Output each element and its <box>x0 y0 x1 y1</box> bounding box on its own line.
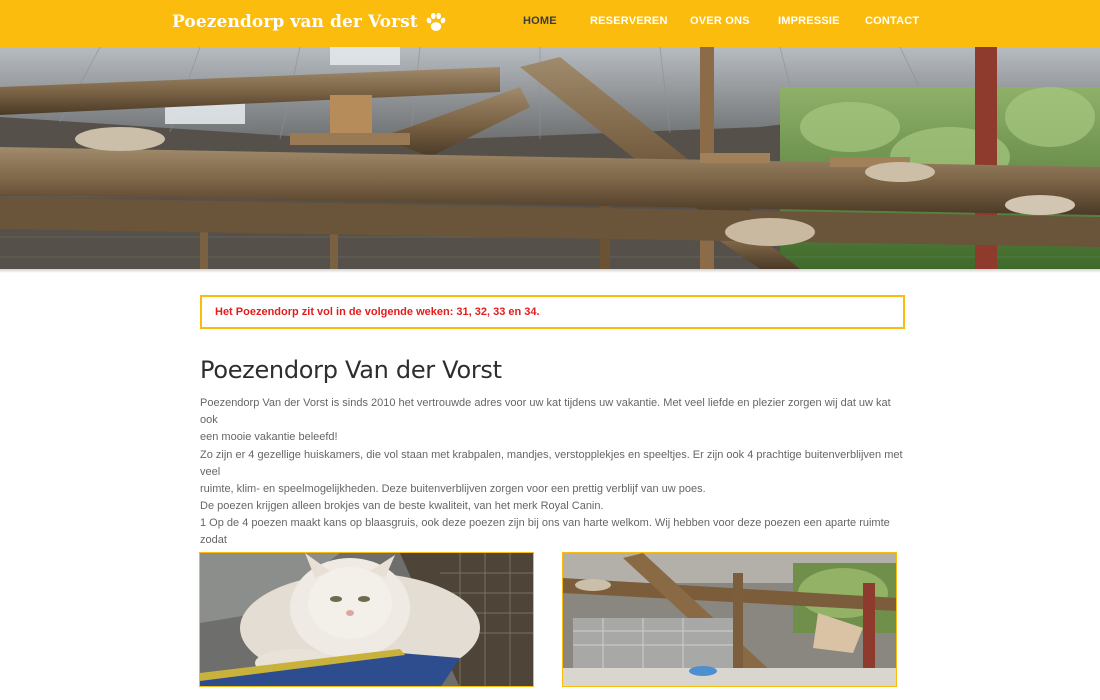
body-line: De poezen krijgen alleen brokjes van de … <box>200 500 604 512</box>
brand-name: Poezendorp van der Vorst <box>172 12 418 32</box>
intro-line: een mooie vakantie beleefd! <box>200 431 338 443</box>
nav-impressie[interactable]: IMPRESSIE <box>778 15 840 27</box>
photo-indoor-enclosure[interactable] <box>562 552 897 687</box>
brand-logo-link[interactable]: Poezendorp van der Vorst <box>172 9 448 35</box>
body-line: ruimte, klim- en speelmogelijkheden. Dez… <box>200 483 706 495</box>
body-line: 1 Op de 4 poezen maakt kans op blaasgrui… <box>200 517 890 546</box>
hero-bottom-shadow <box>0 269 1100 273</box>
top-navigation-bar: Poezendorp van der Vorst HOME RESERVEREN… <box>0 0 1100 47</box>
intro-line: Poezendorp Van der Vorst is sinds 2010 h… <box>200 397 891 426</box>
nav-home[interactable]: HOME <box>523 15 557 27</box>
nav-reserveren[interactable]: RESERVEREN <box>590 15 668 27</box>
nav-contact[interactable]: CONTACT <box>865 15 919 27</box>
body-paragraph: Zo zijn er 4 gezellige huiskamers, die v… <box>200 447 910 566</box>
hero-image-cat-enclosure <box>0 47 1100 269</box>
photo-white-cat[interactable] <box>199 552 534 687</box>
intro-paragraph: Poezendorp Van der Vorst is sinds 2010 h… <box>200 395 910 446</box>
availability-notice: Het Poezendorp zit vol in de volgende we… <box>200 295 905 329</box>
paw-icon <box>426 12 446 31</box>
page-title: Poezendorp Van der Vorst <box>200 356 502 384</box>
body-line: Zo zijn er 4 gezellige huiskamers, die v… <box>200 449 903 478</box>
availability-notice-text: Het Poezendorp zit vol in de volgende we… <box>215 306 540 318</box>
nav-over-ons[interactable]: OVER ONS <box>690 15 750 27</box>
